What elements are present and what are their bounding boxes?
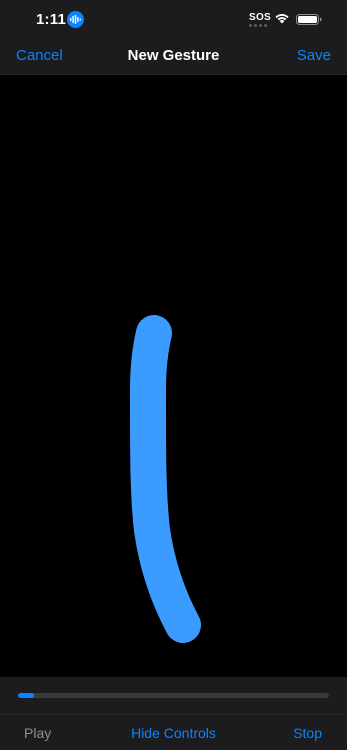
playback-controls: Play Hide Controls Stop bbox=[0, 677, 347, 750]
playback-progress-bar[interactable] bbox=[18, 693, 329, 698]
page-title: New Gesture bbox=[127, 47, 220, 64]
signal-dots-icon bbox=[249, 24, 269, 27]
gesture-stroke bbox=[129, 315, 201, 643]
gesture-canvas[interactable] bbox=[0, 75, 347, 677]
save-button[interactable]: Save bbox=[297, 47, 331, 64]
playback-progress-fill bbox=[18, 693, 34, 698]
status-bar: 1:11 SOS bbox=[0, 0, 347, 38]
gesture-drawing bbox=[129, 315, 201, 643]
wifi-icon bbox=[275, 14, 289, 24]
voice-dictation-icon bbox=[67, 11, 84, 28]
stop-button[interactable]: Stop bbox=[293, 725, 322, 741]
battery-icon bbox=[296, 14, 322, 25]
navigation-bar: Cancel New Gesture Save bbox=[0, 38, 347, 75]
sos-indicator: SOS bbox=[249, 12, 272, 23]
status-time: 1:11 bbox=[36, 11, 66, 28]
divider bbox=[0, 714, 347, 715]
